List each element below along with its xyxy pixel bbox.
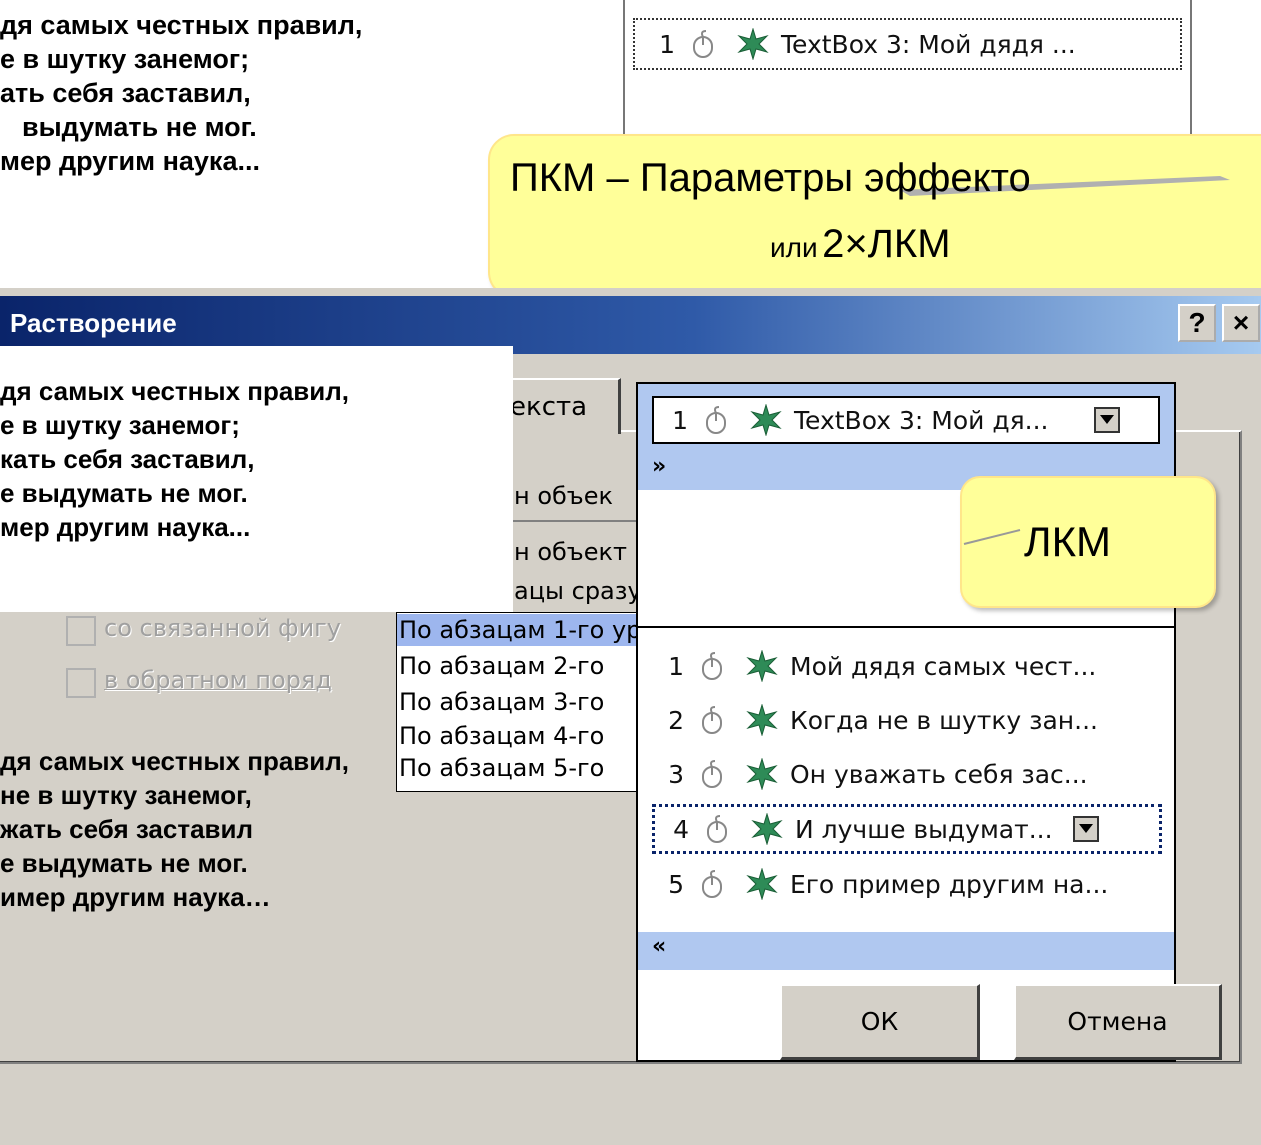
tab-text-animation[interactable]: екста [510, 378, 621, 434]
expand-chevron-icon[interactable]: » [652, 454, 666, 479]
cancel-button[interactable]: Отмена [1014, 984, 1222, 1060]
callout-prefix: или [770, 232, 818, 263]
effect-star-icon [734, 704, 790, 736]
effect-star-icon [734, 758, 790, 790]
item-label: Когда не в шутку зан... [790, 705, 1098, 735]
effect-star-icon [734, 650, 790, 682]
item-label: TextBox 3: Мой дя... [794, 405, 1049, 435]
checkbox-label: со связанной фигу [104, 614, 341, 642]
behind-option: н объек [514, 482, 614, 510]
behind-option: н объект [514, 538, 628, 566]
item-number: 1 [672, 405, 688, 435]
item-label: Он уважать себя зас... [790, 759, 1088, 789]
help-button[interactable]: ? [1178, 304, 1216, 342]
item-number: 5 [668, 869, 684, 899]
collapse-band[interactable]: « [638, 932, 1174, 970]
animation-item[interactable]: 3 Он уважать себя зас... [650, 750, 1088, 798]
bottom-poem-text: дя самых честных правил, не в шутку зане… [0, 744, 349, 914]
behind-option: ацы сразу [514, 577, 642, 605]
dropdown-arrow-icon[interactable] [1094, 407, 1120, 433]
ok-button[interactable]: ОК [780, 984, 980, 1060]
animation-item[interactable]: 1 Мой дядя самых чест... [650, 642, 1096, 690]
callout-rmb-line1: ПКМ – Параметры эффекто [510, 156, 1031, 200]
effect-star-icon [739, 813, 795, 845]
dialog-title: Растворение [10, 308, 177, 338]
item-number: 2 [668, 705, 684, 735]
callout-pointer [963, 524, 1024, 545]
item-label: TextBox 3: Мой дядя ... [781, 29, 1076, 59]
mouse-click-icon [690, 869, 734, 899]
callout-rmb-line2: или 2×ЛКМ [770, 222, 951, 267]
dropdown-option[interactable]: По абзацам 4-го [399, 722, 604, 750]
item-number: 1 [659, 29, 675, 59]
poem-line: е в шутку занемог; [0, 410, 240, 440]
poem-line: дя самых честных правил, [0, 376, 350, 406]
animation-item[interactable]: 1 TextBox 3: Мой дя... [652, 396, 1160, 444]
animation-item[interactable]: 2 Когда не в шутку зан... [650, 696, 1098, 744]
poem-line: кать себя заставил, [0, 444, 255, 474]
effect-star-icon [738, 404, 794, 436]
mouse-click-icon [695, 814, 739, 844]
animation-item[interactable]: 1 TextBox 3: Мой дядя ... [633, 18, 1182, 70]
checkbox-linked-shape[interactable] [66, 616, 96, 646]
mouse-click-icon [690, 705, 734, 735]
poem-line: е выдумать не мог. [0, 478, 248, 508]
poem-line: имер другим наука… [0, 882, 271, 912]
animation-item-selected[interactable]: 4 И лучше выдумат... [652, 804, 1162, 854]
item-label: Его пример другим на... [790, 869, 1109, 899]
checkbox-reverse-order[interactable] [66, 668, 96, 698]
effect-star-icon [734, 868, 790, 900]
poem-line: дя самых честных правил, [0, 746, 350, 776]
mouse-click-icon [681, 29, 725, 59]
dropdown-option[interactable]: По абзацам 5-го [399, 754, 604, 782]
item-number: 4 [673, 814, 689, 844]
divider [500, 520, 650, 522]
mouse-click-icon [690, 759, 734, 789]
poem-line: мер другим наука... [0, 146, 260, 176]
item-number: 1 [668, 651, 684, 681]
poem-line: ать себя заставил, [0, 78, 251, 108]
poem-line: выдумать не мог. [22, 112, 257, 142]
callout-lmb-text: ЛКМ [1024, 518, 1112, 565]
item-label: Мой дядя самых чест... [790, 651, 1097, 681]
mouse-click-icon [690, 651, 734, 681]
animation-item[interactable]: 5 Его пример другим на... [650, 860, 1108, 908]
dropdown-option[interactable]: По абзацам 3-го [399, 688, 604, 716]
mouse-click-icon [694, 405, 738, 435]
mid-poem-text: дя самых честных правил, е в шутку занем… [0, 374, 349, 544]
dropdown-option[interactable]: По абзацам 2-го [399, 652, 604, 680]
poem-line: дя самых честных правил, [0, 10, 363, 40]
poem-line: мер другим наука... [0, 512, 251, 542]
effect-star-icon [725, 28, 781, 60]
poem-line: жать себя заставил [0, 814, 254, 844]
poem-line: е выдумать не мог. [0, 848, 248, 878]
top-poem-text: дя самых честных правил, е в шутку занем… [0, 8, 362, 178]
item-number: 3 [668, 759, 684, 789]
poem-line: не в шутку занемог, [0, 780, 252, 810]
close-button[interactable]: × [1222, 304, 1260, 342]
poem-line: е в шутку занемог; [0, 44, 250, 74]
dropdown-arrow-icon[interactable] [1073, 816, 1099, 842]
collapse-chevron-icon[interactable]: « [652, 934, 666, 959]
animation-list-top[interactable]: 1 TextBox 3: Мой дядя ... [623, 0, 1192, 142]
item-label: И лучше выдумат... [795, 814, 1053, 844]
checkbox-label: в обратном поряд [104, 666, 332, 694]
callout-main: 2×ЛКМ [822, 222, 951, 266]
